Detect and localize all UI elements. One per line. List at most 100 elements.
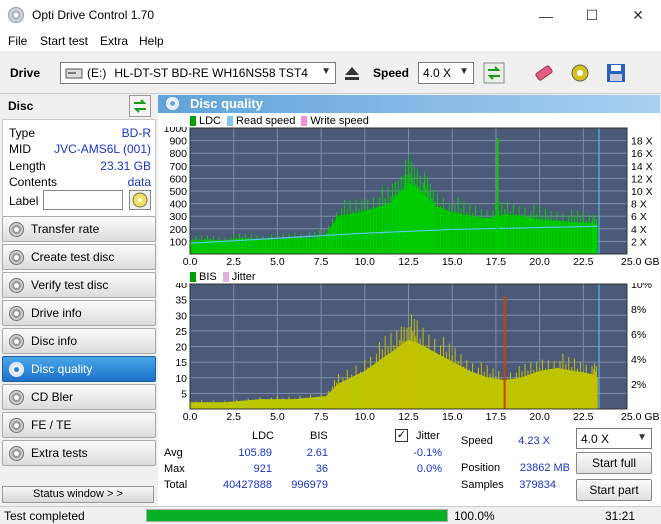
eject-button[interactable] (338, 59, 366, 87)
bis-legend: BIS Jitter (190, 271, 256, 283)
x-tick-label: 22.5 (573, 411, 594, 423)
menu-help[interactable]: Help (139, 34, 164, 48)
x-tick-label: 25.0 GB (621, 256, 660, 268)
eraser-icon (535, 65, 553, 81)
samples-label: Samples (461, 479, 504, 491)
x-tick-label: 17.5 (486, 256, 507, 268)
y-tick-label: 35 (175, 295, 187, 307)
y-tick-label: 1000 (164, 127, 188, 135)
total-ldc: 40427888 (223, 479, 272, 491)
x-tick-label: 0.0 (183, 411, 198, 423)
elapsed-time: 31:21 (605, 509, 636, 523)
y-tick-label: 40 (175, 283, 187, 291)
read-speed-legend-swatch (227, 116, 234, 126)
nav-label: CD Bler (31, 390, 74, 404)
minimize-button[interactable]: — (523, 0, 569, 31)
stats-panel: LDC BIS ✓ Jitter Avg 105.89 2.61 -0.1% M… (158, 424, 660, 506)
eject-icon (345, 67, 359, 80)
nav-verify-test-disc[interactable]: Verify test disc (2, 272, 156, 298)
status-window-button[interactable]: Status window > > (2, 486, 154, 503)
test-speed-select[interactable]: 4.0 X ▼ (576, 428, 652, 449)
disc-length-value: 23.31 GB (100, 159, 151, 173)
disc-icon (9, 362, 24, 377)
total-bis: 996979 (291, 479, 328, 491)
position-value: 23862 MB (519, 462, 570, 474)
progress-percent: 100.0% (454, 509, 495, 523)
y-tick-label: 100 (169, 236, 187, 248)
y2-tick-label: 6 X (631, 211, 647, 223)
avg-label: Avg (164, 447, 183, 459)
jitter-checkbox[interactable]: ✓ (395, 429, 408, 442)
drive-label: Drive (10, 66, 41, 80)
disc-label-input[interactable] (43, 190, 123, 210)
disc-icon (9, 418, 24, 433)
disc-label-button[interactable] (129, 190, 151, 210)
progress-bar (146, 509, 448, 522)
nav-cd-bler[interactable]: CD Bler (2, 384, 156, 410)
save-button[interactable] (602, 59, 630, 87)
y-tick-label: 25 (175, 326, 187, 338)
y-tick-label: 200 (169, 224, 187, 236)
disc-contents-value: data (127, 175, 151, 189)
menu-start-test[interactable]: Start test (40, 34, 88, 48)
x-tick-label: 2.5 (226, 256, 241, 268)
x-tick-label: 15.0 (442, 411, 463, 423)
y-tick-label: 700 (169, 161, 187, 173)
y-tick-label: 300 (169, 211, 187, 223)
disc-mid-value: JVC-AMS6L (001) (54, 142, 151, 156)
y-tick-label: 900 (169, 136, 187, 148)
y2-tick-label: 2% (631, 379, 646, 391)
max-label: Max (164, 463, 185, 475)
nav-fe-te[interactable]: FE / TE (2, 412, 156, 438)
settings-button[interactable] (566, 59, 594, 87)
y-tick-label: 800 (169, 148, 187, 160)
gear-icon (571, 64, 589, 82)
chevron-down-icon: ▼ (637, 432, 647, 443)
x-tick-label: 0.0 (183, 256, 198, 268)
disc-icon (9, 250, 24, 265)
col-ldc-header: LDC (252, 430, 275, 442)
nav-drive-info[interactable]: Drive info (2, 300, 156, 326)
max-jitter: 0.0% (416, 463, 442, 475)
nav-transfer-rate[interactable]: Transfer rate (2, 216, 156, 242)
drive-name: HL-DT-ST BD-RE WH16NS58 TST4 (114, 66, 308, 80)
refresh-speed-button[interactable] (480, 59, 508, 87)
write-speed-legend-label: Write speed (310, 115, 369, 127)
disc-panel-header: Disc (2, 95, 156, 117)
erase-button[interactable] (530, 59, 558, 87)
disc-label-key: Label (9, 194, 39, 208)
nav-disc-quality[interactable]: Disc quality (2, 356, 156, 382)
disc-type-key: Type (9, 126, 36, 140)
speed-select[interactable]: 4.0 X ▼ (418, 62, 474, 84)
read-speed-legend-label: Read speed (236, 115, 296, 127)
menu-extra[interactable]: Extra (100, 34, 128, 48)
drive-select[interactable]: (E:) HL-DT-ST BD-RE WH16NS58 TST4 ▼ (60, 62, 336, 84)
menu-file[interactable]: File (8, 34, 27, 48)
ldc-legend-label: LDC (199, 115, 222, 127)
close-button[interactable]: ✕ (615, 0, 661, 31)
x-tick-label: 7.5 (314, 256, 329, 268)
max-ldc: 921 (253, 463, 272, 475)
refresh-icon (133, 99, 147, 113)
nav-create-test-disc[interactable]: Create test disc (2, 244, 156, 270)
start-full-button[interactable]: Start full (576, 452, 652, 474)
avg-ldc: 105.89 (238, 447, 272, 459)
nav-disc-info[interactable]: Disc info (2, 328, 156, 354)
app-disc-icon (8, 7, 24, 23)
disc-icon (9, 446, 24, 461)
y2-tick-label: 18 X (631, 136, 653, 148)
nav-extra-tests[interactable]: Extra tests (2, 440, 156, 466)
start-part-button[interactable]: Start part (576, 479, 652, 501)
main-header: Disc quality (158, 95, 660, 113)
col-bis-header: BIS (310, 430, 328, 442)
maximize-button[interactable]: ☐ (569, 0, 615, 31)
disc-mid-key: MID (9, 142, 31, 156)
y2-tick-label: 8 X (631, 199, 647, 211)
disc-refresh-button[interactable] (129, 95, 151, 117)
y2-tick-label: 4% (631, 354, 646, 366)
y-tick-label: 5 (181, 388, 187, 400)
x-tick-label: 20.0 (529, 256, 550, 268)
disc-quality-icon (166, 97, 179, 110)
samples-value: 379834 (519, 479, 556, 491)
jitter-legend-label: Jitter (231, 271, 256, 283)
